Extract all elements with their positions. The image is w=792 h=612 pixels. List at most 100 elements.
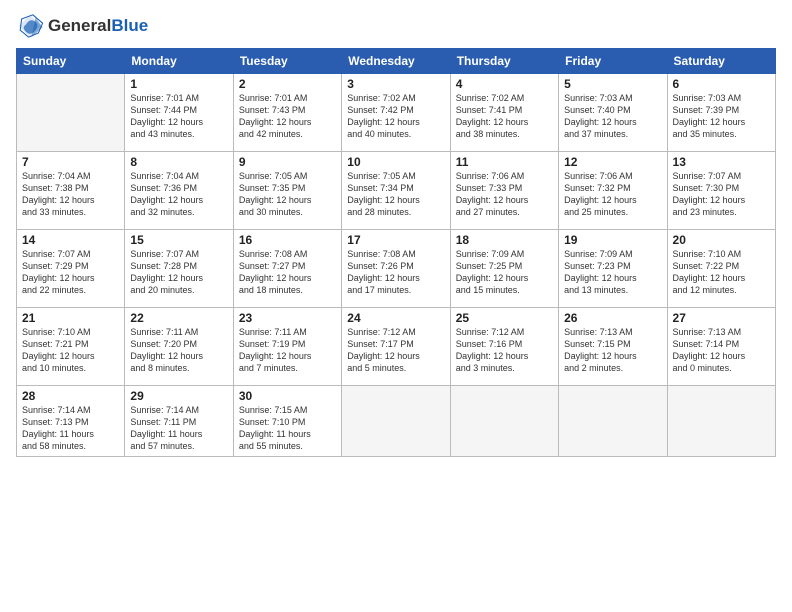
day-info: Sunrise: 7:15 AM Sunset: 7:10 PM Dayligh…	[239, 404, 336, 453]
week-row-5: 28Sunrise: 7:14 AM Sunset: 7:13 PM Dayli…	[17, 386, 776, 457]
day-info: Sunrise: 7:14 AM Sunset: 7:13 PM Dayligh…	[22, 404, 119, 453]
day-cell-27: 27Sunrise: 7:13 AM Sunset: 7:14 PM Dayli…	[667, 308, 775, 386]
day-cell-2: 2Sunrise: 7:01 AM Sunset: 7:43 PM Daylig…	[233, 74, 341, 152]
day-cell-empty	[559, 386, 667, 457]
day-number: 19	[564, 233, 661, 247]
day-info: Sunrise: 7:14 AM Sunset: 7:11 PM Dayligh…	[130, 404, 227, 453]
week-row-3: 14Sunrise: 7:07 AM Sunset: 7:29 PM Dayli…	[17, 230, 776, 308]
day-cell-3: 3Sunrise: 7:02 AM Sunset: 7:42 PM Daylig…	[342, 74, 450, 152]
logo-text: GeneralBlue	[48, 16, 148, 36]
day-number: 10	[347, 155, 444, 169]
day-cell-5: 5Sunrise: 7:03 AM Sunset: 7:40 PM Daylig…	[559, 74, 667, 152]
day-cell-empty	[342, 386, 450, 457]
day-info: Sunrise: 7:12 AM Sunset: 7:16 PM Dayligh…	[456, 326, 553, 375]
day-cell-16: 16Sunrise: 7:08 AM Sunset: 7:27 PM Dayli…	[233, 230, 341, 308]
day-cell-22: 22Sunrise: 7:11 AM Sunset: 7:20 PM Dayli…	[125, 308, 233, 386]
day-cell-6: 6Sunrise: 7:03 AM Sunset: 7:39 PM Daylig…	[667, 74, 775, 152]
day-number: 30	[239, 389, 336, 403]
day-number: 27	[673, 311, 770, 325]
day-number: 17	[347, 233, 444, 247]
day-number: 13	[673, 155, 770, 169]
day-info: Sunrise: 7:07 AM Sunset: 7:30 PM Dayligh…	[673, 170, 770, 219]
day-number: 22	[130, 311, 227, 325]
day-cell-14: 14Sunrise: 7:07 AM Sunset: 7:29 PM Dayli…	[17, 230, 125, 308]
day-number: 20	[673, 233, 770, 247]
header: GeneralBlue	[16, 12, 776, 40]
day-cell-25: 25Sunrise: 7:12 AM Sunset: 7:16 PM Dayli…	[450, 308, 558, 386]
day-cell-4: 4Sunrise: 7:02 AM Sunset: 7:41 PM Daylig…	[450, 74, 558, 152]
day-number: 23	[239, 311, 336, 325]
weekday-header-saturday: Saturday	[667, 49, 775, 74]
day-info: Sunrise: 7:09 AM Sunset: 7:25 PM Dayligh…	[456, 248, 553, 297]
day-number: 5	[564, 77, 661, 91]
day-info: Sunrise: 7:09 AM Sunset: 7:23 PM Dayligh…	[564, 248, 661, 297]
day-info: Sunrise: 7:03 AM Sunset: 7:40 PM Dayligh…	[564, 92, 661, 141]
day-number: 11	[456, 155, 553, 169]
day-cell-29: 29Sunrise: 7:14 AM Sunset: 7:11 PM Dayli…	[125, 386, 233, 457]
day-cell-26: 26Sunrise: 7:13 AM Sunset: 7:15 PM Dayli…	[559, 308, 667, 386]
day-number: 15	[130, 233, 227, 247]
day-cell-10: 10Sunrise: 7:05 AM Sunset: 7:34 PM Dayli…	[342, 152, 450, 230]
day-number: 4	[456, 77, 553, 91]
day-info: Sunrise: 7:10 AM Sunset: 7:21 PM Dayligh…	[22, 326, 119, 375]
day-number: 12	[564, 155, 661, 169]
day-info: Sunrise: 7:05 AM Sunset: 7:34 PM Dayligh…	[347, 170, 444, 219]
day-number: 7	[22, 155, 119, 169]
day-number: 26	[564, 311, 661, 325]
day-info: Sunrise: 7:02 AM Sunset: 7:42 PM Dayligh…	[347, 92, 444, 141]
day-info: Sunrise: 7:06 AM Sunset: 7:32 PM Dayligh…	[564, 170, 661, 219]
day-info: Sunrise: 7:10 AM Sunset: 7:22 PM Dayligh…	[673, 248, 770, 297]
day-number: 29	[130, 389, 227, 403]
day-info: Sunrise: 7:04 AM Sunset: 7:36 PM Dayligh…	[130, 170, 227, 219]
day-cell-8: 8Sunrise: 7:04 AM Sunset: 7:36 PM Daylig…	[125, 152, 233, 230]
day-info: Sunrise: 7:13 AM Sunset: 7:15 PM Dayligh…	[564, 326, 661, 375]
week-row-1: 1Sunrise: 7:01 AM Sunset: 7:44 PM Daylig…	[17, 74, 776, 152]
day-cell-empty	[667, 386, 775, 457]
day-cell-30: 30Sunrise: 7:15 AM Sunset: 7:10 PM Dayli…	[233, 386, 341, 457]
day-number: 16	[239, 233, 336, 247]
day-info: Sunrise: 7:01 AM Sunset: 7:44 PM Dayligh…	[130, 92, 227, 141]
day-info: Sunrise: 7:11 AM Sunset: 7:20 PM Dayligh…	[130, 326, 227, 375]
day-number: 25	[456, 311, 553, 325]
day-number: 14	[22, 233, 119, 247]
logo: GeneralBlue	[16, 12, 148, 40]
day-cell-empty	[450, 386, 558, 457]
day-cell-13: 13Sunrise: 7:07 AM Sunset: 7:30 PM Dayli…	[667, 152, 775, 230]
day-cell-19: 19Sunrise: 7:09 AM Sunset: 7:23 PM Dayli…	[559, 230, 667, 308]
day-cell-9: 9Sunrise: 7:05 AM Sunset: 7:35 PM Daylig…	[233, 152, 341, 230]
day-info: Sunrise: 7:04 AM Sunset: 7:38 PM Dayligh…	[22, 170, 119, 219]
day-info: Sunrise: 7:12 AM Sunset: 7:17 PM Dayligh…	[347, 326, 444, 375]
day-info: Sunrise: 7:06 AM Sunset: 7:33 PM Dayligh…	[456, 170, 553, 219]
day-cell-21: 21Sunrise: 7:10 AM Sunset: 7:21 PM Dayli…	[17, 308, 125, 386]
day-info: Sunrise: 7:13 AM Sunset: 7:14 PM Dayligh…	[673, 326, 770, 375]
day-cell-28: 28Sunrise: 7:14 AM Sunset: 7:13 PM Dayli…	[17, 386, 125, 457]
day-info: Sunrise: 7:07 AM Sunset: 7:29 PM Dayligh…	[22, 248, 119, 297]
weekday-header-sunday: Sunday	[17, 49, 125, 74]
weekday-header-friday: Friday	[559, 49, 667, 74]
weekday-header-thursday: Thursday	[450, 49, 558, 74]
calendar: SundayMondayTuesdayWednesdayThursdayFrid…	[16, 48, 776, 457]
day-number: 3	[347, 77, 444, 91]
day-cell-1: 1Sunrise: 7:01 AM Sunset: 7:44 PM Daylig…	[125, 74, 233, 152]
day-info: Sunrise: 7:03 AM Sunset: 7:39 PM Dayligh…	[673, 92, 770, 141]
day-cell-17: 17Sunrise: 7:08 AM Sunset: 7:26 PM Dayli…	[342, 230, 450, 308]
day-number: 2	[239, 77, 336, 91]
day-info: Sunrise: 7:08 AM Sunset: 7:26 PM Dayligh…	[347, 248, 444, 297]
day-number: 6	[673, 77, 770, 91]
weekday-header-monday: Monday	[125, 49, 233, 74]
day-number: 9	[239, 155, 336, 169]
day-cell-20: 20Sunrise: 7:10 AM Sunset: 7:22 PM Dayli…	[667, 230, 775, 308]
logo-icon	[16, 12, 44, 40]
day-info: Sunrise: 7:05 AM Sunset: 7:35 PM Dayligh…	[239, 170, 336, 219]
weekday-header-tuesday: Tuesday	[233, 49, 341, 74]
day-cell-12: 12Sunrise: 7:06 AM Sunset: 7:32 PM Dayli…	[559, 152, 667, 230]
day-cell-15: 15Sunrise: 7:07 AM Sunset: 7:28 PM Dayli…	[125, 230, 233, 308]
day-number: 1	[130, 77, 227, 91]
day-info: Sunrise: 7:08 AM Sunset: 7:27 PM Dayligh…	[239, 248, 336, 297]
week-row-2: 7Sunrise: 7:04 AM Sunset: 7:38 PM Daylig…	[17, 152, 776, 230]
day-info: Sunrise: 7:07 AM Sunset: 7:28 PM Dayligh…	[130, 248, 227, 297]
day-cell-empty	[17, 74, 125, 152]
day-cell-24: 24Sunrise: 7:12 AM Sunset: 7:17 PM Dayli…	[342, 308, 450, 386]
day-number: 18	[456, 233, 553, 247]
day-number: 8	[130, 155, 227, 169]
